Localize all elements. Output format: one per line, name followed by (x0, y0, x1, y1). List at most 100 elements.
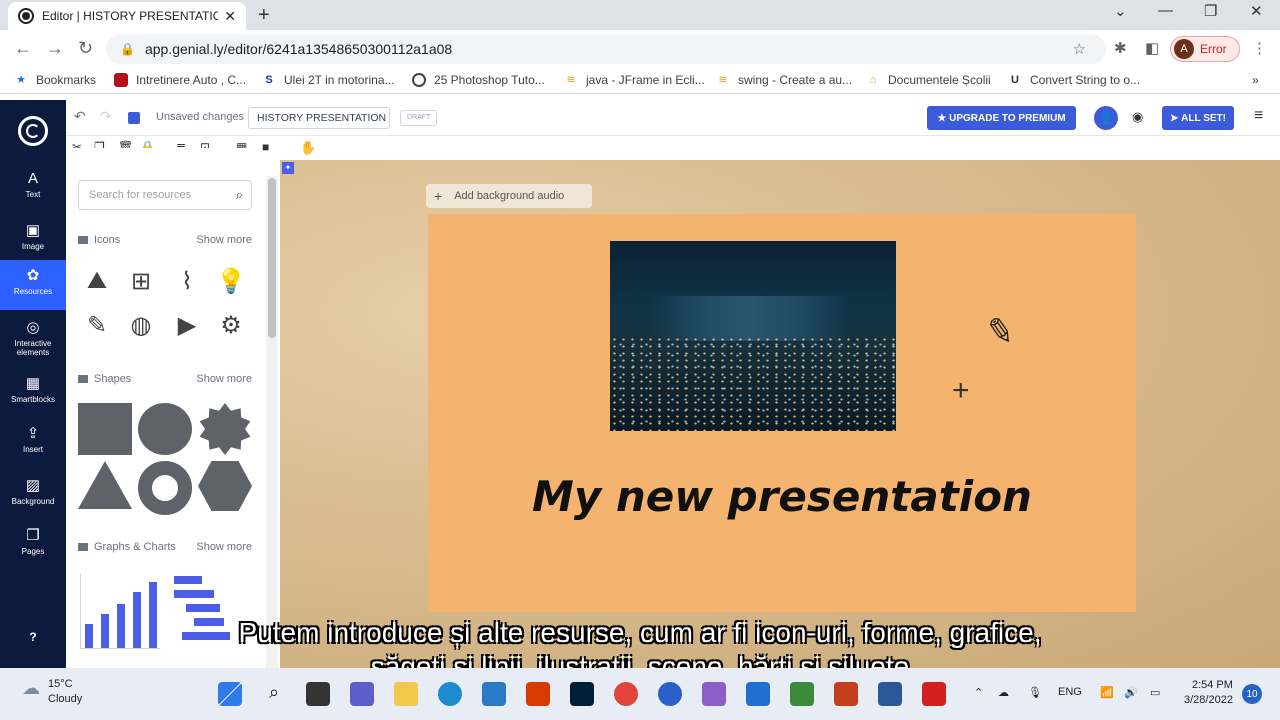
globe-icon[interactable]: ◍ (124, 308, 158, 342)
bookmark-item[interactable]: ⌂ Documentele Școlii (866, 73, 991, 87)
mail-icon[interactable] (746, 682, 770, 706)
pencil-icon[interactable]: ✎ (983, 310, 1018, 354)
window-close-icon[interactable]: ✕ (1250, 2, 1263, 20)
first-aid-icon[interactable]: ⊞ (124, 264, 158, 298)
minimize-icon[interactable]: — (1158, 2, 1173, 19)
teams-icon[interactable] (350, 682, 374, 706)
microphone-icon[interactable]: 🎙 (1028, 686, 1042, 699)
nav-pages[interactable]: ❐ Pages (0, 520, 66, 570)
nav-interactive-elements[interactable]: ◎ Interactive elements (0, 312, 66, 362)
color-icon[interactable]: ■ (262, 140, 269, 154)
all-set-button[interactable]: ➤ ALL SET! (1162, 106, 1234, 130)
task-view-icon[interactable] (306, 682, 330, 706)
nav-text[interactable]: A Text (0, 164, 66, 214)
profile-button[interactable]: A Error (1170, 36, 1240, 62)
chart-line-icon[interactable]: ⌇ (170, 264, 204, 298)
app-icon[interactable] (790, 682, 814, 706)
nav-image[interactable]: ▣ Image (0, 215, 66, 265)
bookmark-item[interactable]: ≋ swing - Create a au... (716, 73, 852, 87)
redo-icon[interactable]: ↷ (100, 108, 112, 125)
menu-icon[interactable]: ≡ (1254, 107, 1263, 125)
bookmark-item[interactable]: U Convert String to o... (1008, 73, 1140, 87)
battery-icon[interactable]: ▭ (1150, 686, 1160, 699)
preview-eye-icon[interactable]: ◉ (1132, 109, 1143, 125)
scrollbar-thumb[interactable] (268, 178, 276, 338)
acrobat-icon[interactable] (922, 682, 946, 706)
genially-logo-icon[interactable] (18, 116, 48, 146)
starburst-shape[interactable] (199, 403, 251, 455)
back-icon[interactable]: ← (14, 38, 32, 59)
weather-widget[interactable]: ☁ 15°C Cloudy (22, 678, 82, 705)
tab-close-icon[interactable]: ✕ (224, 8, 236, 25)
file-explorer-icon[interactable] (394, 682, 418, 706)
gears-icon[interactable]: ⚙ (214, 308, 248, 342)
photoshop-icon[interactable] (570, 682, 594, 706)
powerpoint-icon[interactable] (834, 682, 858, 706)
onedrive-icon[interactable]: ☁ (998, 686, 1009, 699)
language-indicator[interactable]: ENG (1058, 686, 1082, 698)
nav-resources[interactable]: ✿ Resources (0, 260, 66, 310)
new-tab-icon[interactable]: + (258, 4, 270, 27)
volume-icon[interactable]: 🔊 (1124, 686, 1138, 699)
extensions-icon[interactable]: ✱ (1114, 39, 1127, 57)
url-field[interactable]: 🔒 app.genial.ly/editor/6241a135486503001… (106, 34, 1106, 64)
app-icon[interactable] (658, 682, 682, 706)
resources-scrollbar[interactable] (266, 176, 278, 668)
forward-icon[interactable]: → (46, 38, 64, 59)
reload-icon[interactable]: ↻ (78, 38, 93, 59)
word-icon[interactable] (878, 682, 902, 706)
charts-show-more[interactable]: Show more (196, 541, 252, 553)
ring-shape[interactable] (138, 461, 192, 515)
notification-badge[interactable]: 10 (1242, 684, 1262, 704)
icons-show-more[interactable]: Show more (196, 234, 252, 246)
square-shape[interactable] (78, 403, 132, 455)
bookmark-star-icon[interactable]: ☆ (1073, 40, 1086, 58)
search-icon[interactable]: ⌕ (262, 682, 286, 706)
lightbulb-icon[interactable]: 💡 (214, 264, 248, 298)
triangle-shape[interactable] (78, 461, 132, 509)
upgrade-premium-button[interactable]: ★ UPGRADE TO PREMIUM (927, 106, 1076, 130)
pencil-icon[interactable]: ✎ (80, 308, 114, 342)
circle-shape[interactable] (138, 403, 192, 455)
tray-overflow-icon[interactable]: ⌃ (974, 686, 983, 699)
nav-background[interactable]: ▨ Background (0, 470, 66, 520)
system-clock[interactable]: 2:54 PM 3/28/2022 (1184, 678, 1233, 708)
hexagon-shape[interactable] (198, 461, 252, 511)
store-icon[interactable] (482, 682, 506, 706)
autosave-checkbox[interactable] (128, 112, 140, 124)
mountain-icon[interactable]: ⛰ (80, 264, 114, 298)
browser-tab[interactable]: Editor | HISTORY PRESENTATION ✕ (8, 2, 246, 30)
slide[interactable]: My new presentation ✎ + (428, 214, 1136, 612)
tab-search-icon[interactable]: ⌄ (1114, 2, 1127, 20)
bookmark-item[interactable]: 25 Photoshop Tuto... (412, 73, 545, 87)
bookmark-item[interactable]: S Ulei 2T in motorina... (262, 73, 394, 87)
more-bookmarks-icon[interactable]: » (1252, 73, 1259, 87)
city-night-image[interactable] (610, 241, 896, 431)
bookmark-item[interactable]: ★ Bookmarks (14, 73, 96, 87)
wifi-icon[interactable]: 📶 (1100, 686, 1114, 699)
office-icon[interactable] (526, 682, 550, 706)
browser-menu-icon[interactable]: ⋮ (1252, 39, 1267, 57)
document-title-input[interactable]: HISTORY PRESENTATION I (248, 107, 390, 129)
slide-title[interactable]: My new presentation (458, 472, 1106, 521)
nav-insert[interactable]: ⇪ Insert (0, 418, 66, 468)
visual-studio-icon[interactable] (702, 682, 726, 706)
undo-icon[interactable]: ↶ (74, 108, 86, 125)
hand-tool-icon[interactable]: ✋ (300, 140, 316, 156)
shapes-show-more[interactable]: Show more (196, 373, 252, 385)
add-background-audio-button[interactable]: + Add background audio (426, 184, 592, 208)
pin-icon[interactable]: ✦ (282, 162, 294, 174)
bookmark-item[interactable]: ≋ java - JFrame in Ecli... (564, 73, 704, 87)
resources-search-input[interactable]: Search for resources ⌕ (78, 180, 252, 210)
search-icon[interactable]: ⌕ (236, 187, 243, 203)
restore-icon[interactable]: ❐ (1204, 2, 1217, 20)
side-panel-icon[interactable]: ◧ (1145, 39, 1159, 57)
windows-start-icon[interactable] (218, 682, 242, 706)
video-player-icon[interactable]: ▶ (170, 308, 204, 342)
nav-label: Background (11, 497, 55, 506)
bookmark-item[interactable]: Intretinere Auto , C... (114, 73, 246, 87)
nav-smartblocks[interactable]: ▦ Smartblocks (0, 368, 66, 418)
edge-icon[interactable] (438, 682, 462, 706)
chrome-icon[interactable] (614, 682, 638, 706)
collaborators-icon[interactable]: 👤 (1094, 106, 1118, 130)
